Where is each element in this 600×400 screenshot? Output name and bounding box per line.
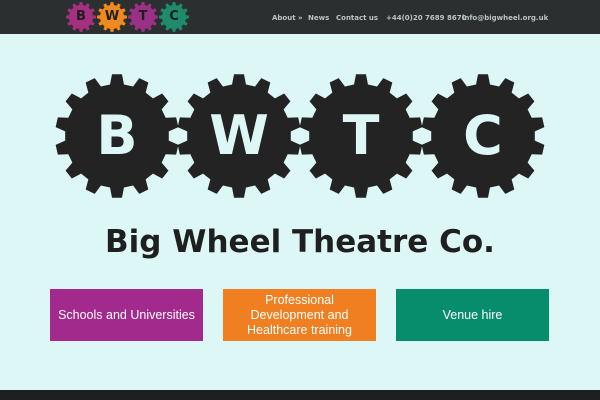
schools-and-universities-button[interactable]: Schools and Universities — [50, 289, 203, 341]
venue-hire-button[interactable]: Venue hire — [396, 289, 549, 341]
hero-gear-letter-c: C — [463, 104, 503, 167]
hero-section: B W T C Big Wheel Theatre Co. Schools an… — [0, 0, 600, 400]
hero-gear-letter-w: W — [209, 104, 269, 167]
hero-gear-letter-b: B — [96, 104, 138, 167]
hero-gear-letter-t: T — [342, 104, 380, 167]
hero-gear-c: C — [420, 74, 546, 198]
hero-gear-b: B — [54, 74, 180, 198]
professional-development-button[interactable]: Professional Development and Healthcare … — [223, 289, 376, 341]
footer-bar — [0, 390, 600, 400]
hero-gear-t: T — [298, 74, 424, 198]
hero-gear-w: W — [176, 74, 302, 198]
company-name-heading: Big Wheel Theatre Co. — [105, 224, 495, 260]
